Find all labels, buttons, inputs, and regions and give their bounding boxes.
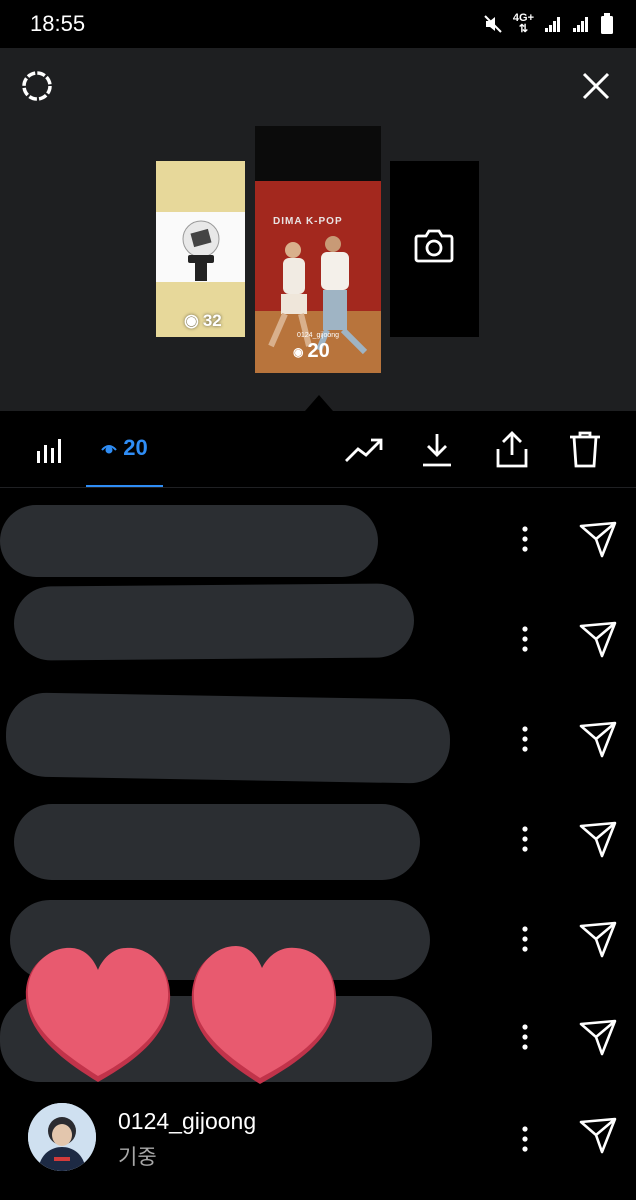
avatar-image <box>28 1103 96 1171</box>
send-icon <box>579 721 617 758</box>
send-icon <box>579 1019 617 1056</box>
share-button[interactable] <box>494 429 530 474</box>
story-view-count: ◉ 20 <box>293 340 330 362</box>
download-icon <box>423 434 451 467</box>
send-icon <box>579 621 617 658</box>
story-thumbnail[interactable]: ◉ 32 <box>156 161 245 337</box>
signal-icon <box>573 17 588 32</box>
selection-pointer <box>305 395 333 411</box>
download-button[interactable] <box>419 431 455 474</box>
stats-button[interactable] <box>34 435 64 470</box>
send-icon <box>579 521 617 558</box>
heart-sticker <box>191 946 337 1084</box>
send-icon <box>579 821 617 858</box>
trash-icon <box>570 431 600 468</box>
more-vertical-icon <box>522 526 528 552</box>
close-icon <box>582 72 610 100</box>
viewer-row[interactable] <box>0 790 636 890</box>
more-options-button[interactable] <box>514 1022 536 1052</box>
more-vertical-icon <box>522 826 528 852</box>
wall-sign: DIMA K-POP <box>273 216 343 227</box>
tab-viewers[interactable]: 20 <box>86 411 163 487</box>
heart-sticker <box>25 947 171 1082</box>
redacted-viewer <box>13 583 415 661</box>
camera-icon <box>414 229 454 263</box>
close-button[interactable] <box>576 66 616 106</box>
viewers-count: 20 <box>123 435 148 460</box>
delete-button[interactable] <box>567 429 603 474</box>
add-story-thumbnail[interactable] <box>390 161 479 337</box>
viewer-row[interactable] <box>0 583 636 690</box>
send-icon <box>579 921 617 958</box>
more-vertical-icon <box>522 1126 528 1152</box>
status-time: 18:55 <box>30 11 86 36</box>
settings-button[interactable] <box>17 66 57 106</box>
signal-icon <box>545 17 560 32</box>
redacted-viewer <box>0 505 378 577</box>
send-message-button[interactable] <box>578 619 618 659</box>
redacted-viewer <box>14 804 420 880</box>
more-options-button[interactable] <box>514 924 536 954</box>
send-icon <box>579 1117 617 1154</box>
network-icon: 4G+ ⇅ <box>512 12 534 35</box>
viewer-row[interactable] <box>0 490 636 590</box>
trending-icon <box>345 438 383 462</box>
more-options-button[interactable] <box>514 524 536 554</box>
more-vertical-icon <box>522 926 528 952</box>
mute-icon <box>484 15 502 33</box>
viewer-display-name: 기중 <box>118 1146 157 1169</box>
story-thumbnail-selected[interactable]: DIMA K-POP 0124_gijoong ◉ 20 <box>255 126 381 373</box>
viewer-username: 0124_gijoong <box>118 1108 257 1134</box>
more-vertical-icon <box>522 1024 528 1050</box>
eye-icon: ◉ <box>293 344 304 359</box>
battery-icon <box>601 13 613 34</box>
story-toolbar: 20 <box>0 411 636 488</box>
eye-icon: ◉ <box>184 311 199 330</box>
share-icon <box>496 431 528 468</box>
more-options-button[interactable] <box>514 824 536 854</box>
redacted-viewer <box>5 692 451 784</box>
send-message-button[interactable] <box>578 1115 618 1155</box>
send-message-button[interactable] <box>578 719 618 759</box>
viewer-row[interactable] <box>0 690 636 790</box>
more-options-button[interactable] <box>514 724 536 754</box>
status-bar: 18:55 4G+ ⇅ <box>0 0 636 48</box>
send-message-button[interactable] <box>578 519 618 559</box>
story-caption: 0124_gijoong <box>297 332 340 339</box>
bar-chart-icon <box>37 439 61 463</box>
story-tray: ◉ 32 DIMA K-POP 0124_gijoong ◉ 20 <box>0 48 636 411</box>
send-message-button[interactable] <box>578 819 618 859</box>
more-vertical-icon <box>522 626 528 652</box>
lightstick-image <box>182 220 220 281</box>
more-options-button[interactable] <box>514 624 536 654</box>
status-icons: 4G+ ⇅ <box>483 13 614 35</box>
avatar[interactable] <box>28 1103 96 1171</box>
story-view-count: ◉ 32 <box>184 311 222 330</box>
insights-button[interactable] <box>344 433 384 470</box>
more-options-button[interactable] <box>514 1124 536 1154</box>
send-message-button[interactable] <box>578 1017 618 1057</box>
send-message-button[interactable] <box>578 919 618 959</box>
more-vertical-icon <box>522 726 528 752</box>
eye-icon <box>101 445 118 454</box>
gear-icon <box>22 71 52 101</box>
